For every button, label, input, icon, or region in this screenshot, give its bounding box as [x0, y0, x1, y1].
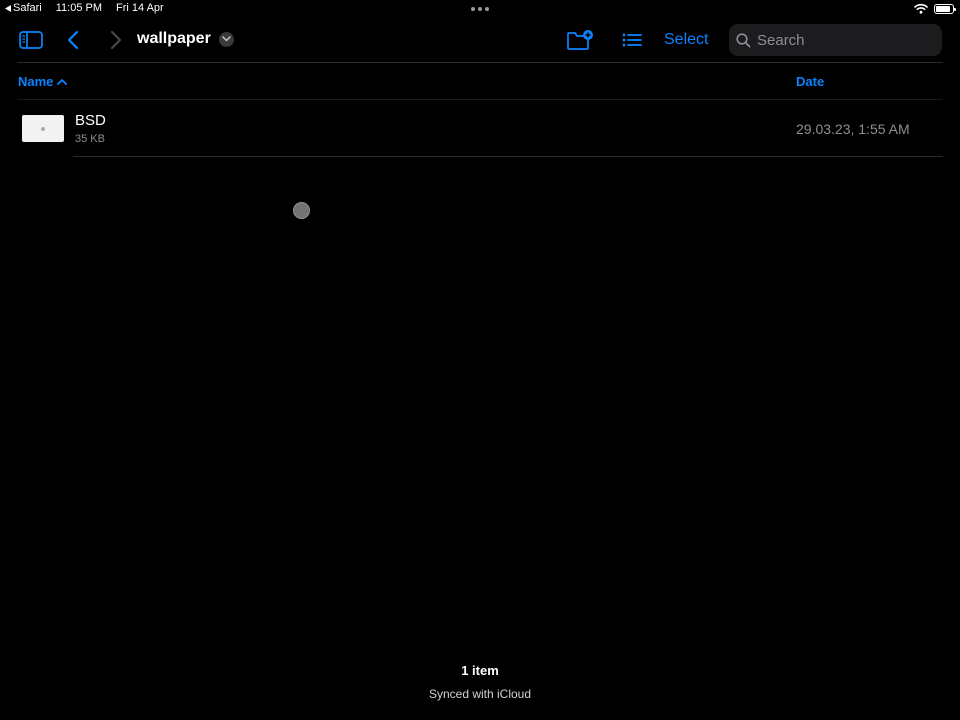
file-date: 29.03.23, 1:55 AM [796, 121, 910, 137]
dot [485, 7, 489, 11]
dot [478, 7, 482, 11]
file-thumbnail [22, 115, 64, 142]
folder-title-menu[interactable]: wallpaper [137, 30, 234, 48]
item-count: 1 item [461, 663, 499, 678]
folder-plus-icon [567, 30, 593, 50]
battery-icon [934, 3, 956, 14]
sidebar-toggle-button[interactable] [17, 29, 45, 51]
file-size: 35 KB [75, 133, 105, 145]
back-triangle-icon [5, 4, 11, 12]
toolbar-divider [17, 62, 943, 63]
select-button[interactable]: Select [664, 31, 708, 49]
status-time: 11:05 PM [55, 2, 103, 14]
search-field[interactable] [729, 24, 942, 56]
files-app-screen: Safari 11:05 PM Fri 14 Apr wallpaper Sel… [0, 0, 960, 720]
status-right [914, 3, 956, 14]
sidebar-icon [19, 31, 43, 49]
file-name: BSD [75, 112, 106, 129]
row-divider [73, 156, 943, 157]
sync-status: Synced with iCloud [428, 687, 532, 701]
date-column-header[interactable]: Date [796, 74, 824, 89]
wifi-icon [914, 3, 928, 14]
pointer-cursor [293, 202, 310, 219]
back-app-label: Safari [13, 2, 42, 14]
chevron-down-icon [218, 31, 234, 47]
chevron-right-icon [110, 30, 122, 50]
column-headers: Name Date [0, 64, 960, 98]
status-date: Fri 14 Apr [116, 2, 164, 14]
back-to-app-link[interactable]: Safari [5, 2, 42, 14]
view-options-button[interactable] [620, 29, 644, 51]
folder-title: wallpaper [137, 30, 211, 47]
list-icon [622, 33, 642, 47]
forward-button[interactable] [105, 28, 127, 52]
status-left: Safari 11:05 PM Fri 14 Apr [5, 2, 164, 14]
name-column-label: Name [18, 74, 54, 89]
toolbar: wallpaper Select [0, 22, 960, 60]
back-button[interactable] [62, 28, 84, 52]
status-bar: Safari 11:05 PM Fri 14 Apr [0, 0, 960, 18]
thumbnail-mark [41, 126, 45, 131]
name-column-header[interactable]: Name [18, 74, 68, 89]
chevron-up-icon [57, 79, 68, 85]
battery-fill [936, 5, 950, 12]
file-row[interactable]: BSD 35 KB 29.03.23, 1:55 AM [0, 100, 960, 156]
chevron-left-icon [67, 30, 79, 50]
dot [471, 7, 475, 11]
new-folder-button[interactable] [566, 28, 594, 52]
search-input[interactable] [757, 31, 927, 49]
multitasking-menu[interactable] [471, 7, 489, 11]
search-icon [736, 32, 751, 47]
